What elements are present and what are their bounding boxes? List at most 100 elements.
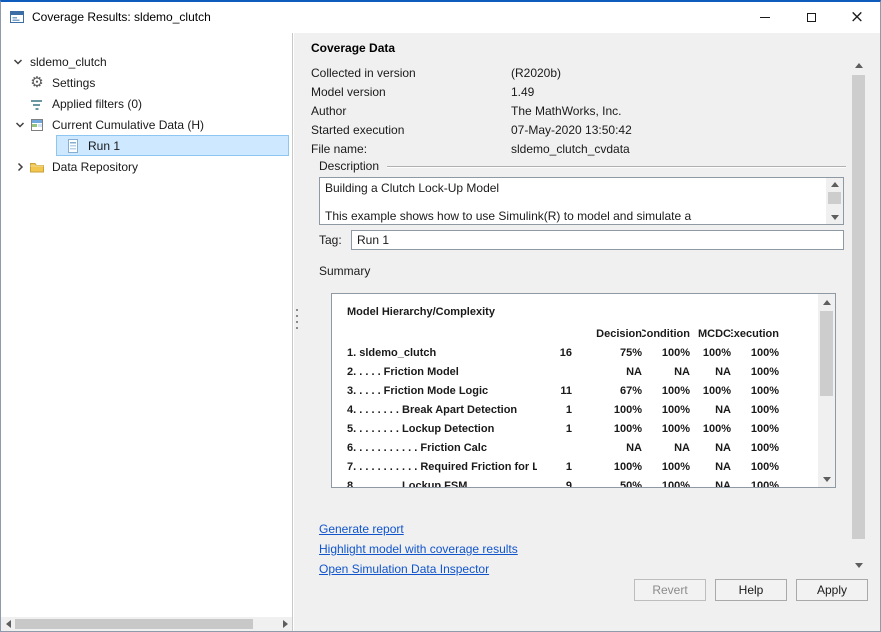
cell-decision: 100% (572, 457, 642, 476)
tag-input[interactable] (351, 230, 844, 250)
row-name: 8. . . . . . . . Lockup FSM (347, 476, 537, 488)
scroll-right-button[interactable] (278, 617, 292, 631)
field-label: Model version (311, 85, 386, 99)
cell-mcdc: NA (690, 362, 731, 381)
close-button[interactable]: × (834, 2, 880, 32)
cell-execution: 100% (731, 438, 779, 457)
field-value: 07-May-2020 13:50:42 (511, 123, 632, 137)
main-scrollbar[interactable] (850, 57, 867, 574)
field-value: sldemo_clutch_cvdata (511, 142, 630, 156)
scrollbar-thumb[interactable] (15, 619, 253, 629)
tag-label: Tag: (319, 233, 342, 247)
chevron-right-icon[interactable] (11, 159, 29, 175)
folder-icon (29, 159, 45, 175)
cell-condition: 100% (642, 457, 690, 476)
cell-mcdc: NA (690, 457, 731, 476)
cell-execution: 100% (731, 400, 779, 419)
window-controls: × (742, 2, 880, 32)
summary-scrollbar[interactable] (818, 294, 835, 487)
description-text: Building a Clutch Lock-Up Model This exa… (325, 181, 822, 223)
filter-icon (29, 96, 45, 112)
scroll-left-button[interactable] (1, 617, 15, 631)
row-name: 3. . . . . Friction Mode Logic (347, 381, 537, 400)
cell-condition: 100% (642, 343, 690, 362)
cell-complexity: 1 (537, 419, 572, 438)
chevron-down-icon[interactable] (11, 117, 29, 133)
field-row: Started execution 07-May-2020 13:50:42 (311, 121, 840, 140)
apply-button[interactable]: Apply (796, 579, 868, 601)
tree-item-sldemo-clutch[interactable]: sldemo_clutch (1, 51, 292, 72)
open-sdi-link[interactable]: Open Simulation Data Inspector (319, 562, 489, 576)
scrollbar-thumb[interactable] (820, 311, 833, 396)
column-header: MCDC (690, 324, 731, 343)
column-header: Execution (731, 324, 779, 343)
description-line: This example shows how to use Simulink(R… (325, 209, 822, 223)
cell-complexity (537, 362, 572, 381)
window-body: sldemo_clutch ⚙ Settings Applied filters… (1, 33, 880, 631)
scrollbar-thumb[interactable] (852, 75, 865, 539)
cell-decision: NA (572, 362, 642, 381)
revert-button[interactable]: Revert (634, 579, 706, 601)
arrow-up-icon (823, 300, 831, 305)
group-divider (387, 166, 846, 168)
scroll-up-button[interactable] (850, 57, 867, 74)
maximize-button[interactable] (788, 2, 834, 32)
cell-complexity: 1 (537, 400, 572, 419)
tree-item-run-1[interactable]: Run 1 (1, 135, 292, 156)
field-row: File name: sldemo_clutch_cvdata (311, 140, 840, 159)
tree-item-settings[interactable]: ⚙ Settings (1, 72, 292, 93)
generate-report-link[interactable]: Generate report (319, 522, 404, 536)
tree-item-label: Current Cumulative Data (H) (49, 118, 207, 132)
close-icon: × (850, 9, 864, 26)
cell-mcdc: NA (690, 400, 731, 419)
arrow-left-icon (6, 620, 11, 628)
coverage-results-window: Coverage Results: sldemo_clutch × sldemo… (0, 0, 881, 632)
highlight-model-link[interactable]: Highlight model with coverage results (319, 542, 518, 556)
scrollbar-thumb[interactable] (828, 192, 841, 204)
summary-table-box[interactable]: Model Hierarchy/Complexity Decision Cond… (331, 293, 836, 488)
scroll-down-button[interactable] (850, 557, 867, 574)
tree-item-current-cumulative-data[interactable]: Current Cumulative Data (H) (1, 114, 292, 135)
cell-complexity: 1 (537, 457, 572, 476)
cell-execution: 100% (731, 343, 779, 362)
scroll-up-button[interactable] (818, 294, 835, 310)
arrow-right-icon (283, 620, 288, 628)
field-label: File name: (311, 142, 367, 156)
tree-item-label: sldemo_clutch (27, 55, 110, 69)
cell-decision: 75% (572, 343, 642, 362)
description-line (325, 195, 822, 209)
cell-execution: 100% (731, 362, 779, 381)
description-box[interactable]: Building a Clutch Lock-Up Model This exa… (319, 177, 844, 225)
maximize-icon (807, 13, 816, 22)
help-button[interactable]: Help (715, 579, 787, 601)
chevron-down-icon[interactable] (9, 54, 27, 70)
results-tree: sldemo_clutch ⚙ Settings Applied filters… (1, 51, 292, 177)
cell-decision: 100% (572, 419, 642, 438)
scroll-up-button[interactable] (826, 178, 843, 191)
cell-execution: 100% (731, 381, 779, 400)
tree-item-applied-filters[interactable]: Applied filters (0) (1, 93, 292, 114)
arrow-down-icon (831, 215, 839, 220)
tree-item-data-repository[interactable]: Data Repository (1, 156, 292, 177)
panel-splitter[interactable] (294, 33, 301, 631)
gear-icon: ⚙ (29, 75, 45, 91)
row-name: 5. . . . . . . . Lockup Detection (347, 419, 537, 438)
cell-complexity (537, 438, 572, 457)
tree-item-label: Run 1 (85, 139, 123, 153)
description-scrollbar[interactable] (826, 178, 843, 224)
description-line: Building a Clutch Lock-Up Model (325, 181, 822, 195)
cell-decision: 100% (572, 400, 642, 419)
cell-mcdc: NA (690, 476, 731, 488)
field-row: Model version 1.49 (311, 83, 840, 102)
table-title: Model Hierarchy/Complexity (347, 306, 495, 318)
row-name: 4. . . . . . . . Break Apart Detection (347, 400, 537, 419)
tree-horizontal-scrollbar[interactable] (1, 617, 292, 631)
field-row: Author The MathWorks, Inc. (311, 102, 840, 121)
minimize-button[interactable] (742, 2, 788, 32)
scroll-down-button[interactable] (826, 211, 843, 224)
tree-item-label: Applied filters (0) (49, 97, 145, 111)
scroll-down-button[interactable] (818, 471, 835, 487)
field-value: The MathWorks, Inc. (511, 104, 621, 118)
titlebar: Coverage Results: sldemo_clutch × (1, 2, 880, 32)
cell-condition: NA (642, 438, 690, 457)
